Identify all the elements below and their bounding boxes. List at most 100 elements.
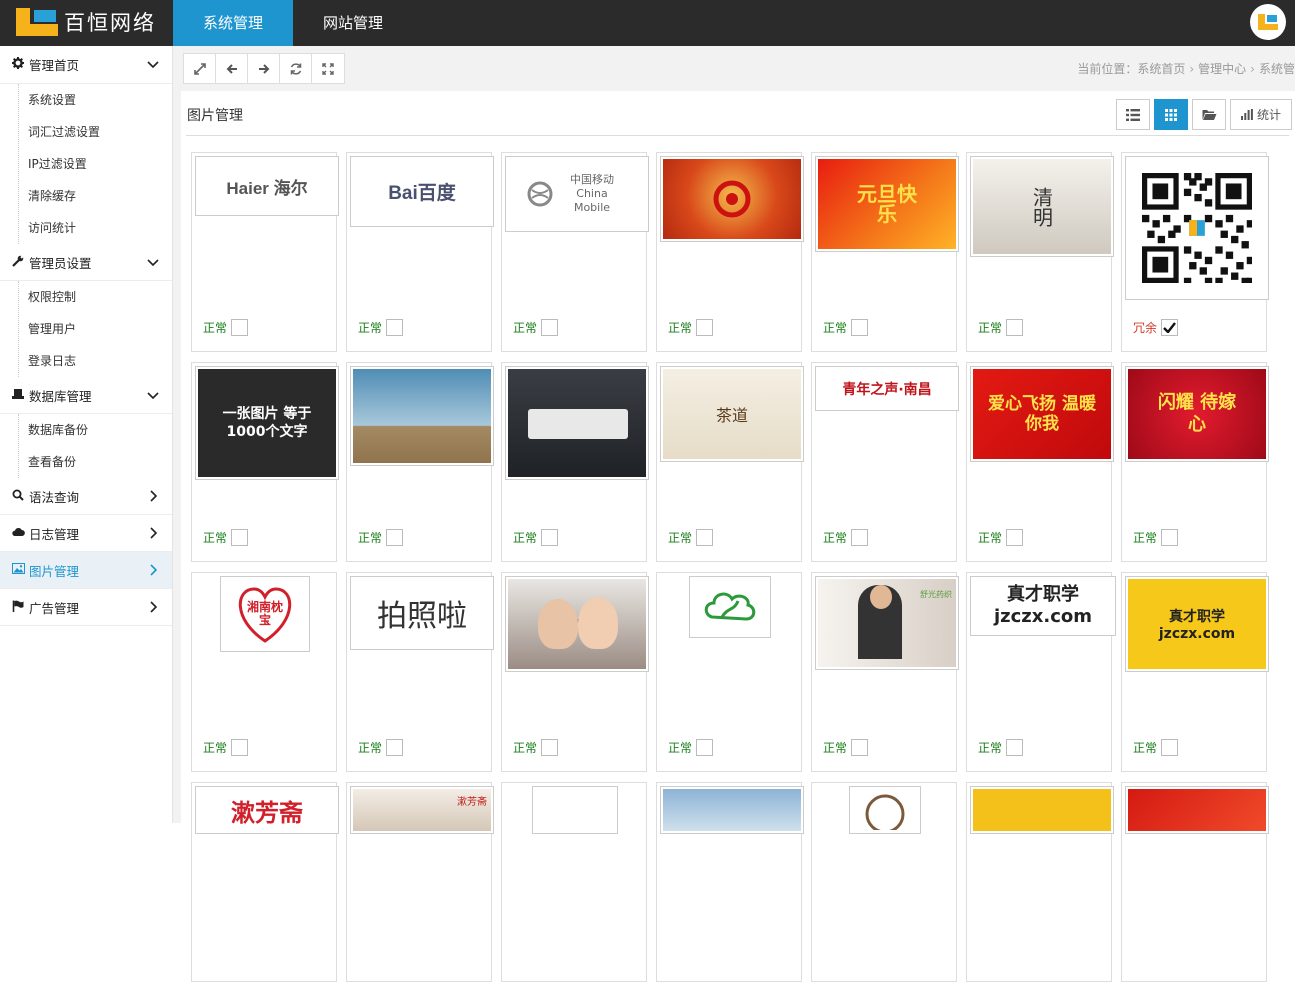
select-checkbox[interactable]	[541, 529, 558, 546]
expand-icon[interactable]	[184, 54, 216, 83]
image-card[interactable]	[1121, 782, 1269, 982]
image-card[interactable]: 湘南枕宝 正常	[191, 572, 337, 772]
image-thumbnail[interactable]	[350, 366, 494, 466]
image-card[interactable]: 爱心飞扬 温暖你我 正常	[966, 362, 1114, 562]
image-card[interactable]: 中国移动 China Mobile 正常	[501, 152, 649, 352]
sidebar-group[interactable]: 管理员设置	[0, 244, 172, 281]
image-card[interactable]: 真才职学 jzczx.com 正常	[966, 572, 1116, 772]
image-thumbnail[interactable]: 真才职学 jzczx.com	[970, 576, 1116, 636]
image-card[interactable]: 元旦快乐 正常	[811, 152, 959, 352]
select-checkbox[interactable]	[1161, 319, 1178, 336]
image-thumbnail[interactable]: 拍照啦	[350, 576, 494, 650]
image-thumbnail[interactable]: 青年之声·南昌	[815, 366, 959, 411]
avatar[interactable]	[1250, 4, 1286, 40]
sidebar-group[interactable]: 图片管理	[0, 552, 172, 589]
image-card[interactable]: Haier 海尔 正常	[191, 152, 339, 352]
select-checkbox[interactable]	[386, 739, 403, 756]
breadcrumb-item[interactable]: 系统首页	[1137, 62, 1185, 76]
image-thumbnail[interactable]: 湘南枕宝	[220, 576, 310, 652]
chevron-right-icon[interactable]	[146, 563, 160, 577]
image-card[interactable]: 舒光药织 正常	[811, 572, 959, 772]
image-thumbnail[interactable]	[970, 786, 1114, 834]
sidebar-item[interactable]: 管理用户	[0, 313, 172, 345]
sidebar-item[interactable]: 访问统计	[0, 212, 172, 244]
select-checkbox[interactable]	[851, 739, 868, 756]
image-card[interactable]: 真才职学 jzczx.com 正常	[1121, 572, 1269, 772]
image-thumbnail[interactable]	[689, 576, 771, 638]
image-card[interactable]	[501, 782, 647, 982]
sidebar-group[interactable]: 日志管理	[0, 515, 172, 552]
image-thumbnail[interactable]: 漱芳斋	[195, 786, 339, 834]
select-checkbox[interactable]	[386, 319, 403, 336]
image-thumbnail[interactable]	[660, 786, 804, 834]
image-card[interactable]: 清明 正常	[966, 152, 1114, 352]
list-view-button[interactable]	[1116, 99, 1150, 130]
image-card[interactable]: 正常	[656, 152, 804, 352]
top-nav-system[interactable]: 系统管理	[173, 0, 294, 46]
image-card[interactable]: 闪耀 待嫁心 正常	[1121, 362, 1269, 562]
select-checkbox[interactable]	[231, 319, 248, 336]
image-card[interactable]: 茶道 正常	[656, 362, 804, 562]
arrow-right-icon[interactable]	[248, 54, 280, 83]
select-checkbox[interactable]	[851, 319, 868, 336]
image-card[interactable]: 正常	[656, 572, 802, 772]
sidebar-item[interactable]: 权限控制	[0, 281, 172, 313]
select-checkbox[interactable]	[541, 319, 558, 336]
image-thumbnail[interactable]	[1125, 786, 1269, 834]
select-checkbox[interactable]	[1006, 319, 1023, 336]
select-checkbox[interactable]	[541, 739, 558, 756]
select-checkbox[interactable]	[1161, 739, 1178, 756]
sidebar-group[interactable]: 管理首页	[0, 46, 172, 84]
image-thumbnail[interactable]	[532, 786, 618, 834]
breadcrumb-item[interactable]: 系统管	[1259, 62, 1295, 76]
sidebar-group[interactable]: 语法查询	[0, 478, 172, 515]
image-card[interactable]	[811, 782, 957, 982]
select-checkbox[interactable]	[1006, 739, 1023, 756]
sidebar-item[interactable]: IP过滤设置	[0, 148, 172, 180]
image-card[interactable]: 正常	[501, 362, 649, 562]
chevron-right-icon[interactable]	[146, 526, 160, 540]
image-thumbnail[interactable]: 一张图片 等于1000个文字	[195, 366, 339, 480]
image-thumbnail[interactable]: 元旦快乐	[815, 156, 959, 252]
chevron-down-icon[interactable]	[146, 388, 160, 402]
image-card[interactable]: 拍照啦正常	[346, 572, 494, 772]
image-thumbnail[interactable]: 舒光药织	[815, 576, 959, 670]
image-card[interactable]: 一张图片 等于1000个文字 正常	[191, 362, 339, 562]
grid-view-button[interactable]	[1154, 99, 1188, 130]
chevron-right-icon[interactable]	[146, 600, 160, 614]
sidebar-item[interactable]: 系统设置	[0, 84, 172, 116]
arrow-left-icon[interactable]	[216, 54, 248, 83]
fullscreen-icon[interactable]	[312, 54, 344, 83]
breadcrumb-item[interactable]: 管理中心	[1198, 62, 1246, 76]
image-thumbnail[interactable]	[505, 366, 649, 480]
sidebar-item[interactable]: 词汇过滤设置	[0, 116, 172, 148]
refresh-icon[interactable]	[280, 54, 312, 83]
chevron-right-icon[interactable]	[146, 489, 160, 503]
image-card[interactable]: Bai百度 正常	[346, 152, 494, 352]
select-checkbox[interactable]	[386, 529, 403, 546]
image-card[interactable]	[656, 782, 804, 982]
select-checkbox[interactable]	[851, 529, 868, 546]
chevron-down-icon[interactable]	[146, 255, 160, 269]
image-card[interactable]: 拍照啦正常	[501, 572, 649, 772]
sidebar-group[interactable]: 数据库管理	[0, 377, 172, 414]
chevron-down-icon[interactable]	[146, 57, 160, 71]
stats-button[interactable]: 统计	[1230, 99, 1292, 130]
select-checkbox[interactable]	[696, 529, 713, 546]
image-card[interactable]	[966, 782, 1114, 982]
select-checkbox[interactable]	[231, 529, 248, 546]
image-thumbnail[interactable]	[1125, 156, 1269, 300]
sidebar-item[interactable]: 清除缓存	[0, 180, 172, 212]
image-card[interactable]: 漱芳斋	[346, 782, 494, 982]
logo[interactable]: 百恒网络	[16, 6, 156, 38]
image-card[interactable]: 青年之声·南昌 正常	[811, 362, 959, 562]
image-thumbnail[interactable]: 漱芳斋	[350, 786, 494, 834]
select-checkbox[interactable]	[1006, 529, 1023, 546]
image-thumbnail[interactable]: 清明	[970, 156, 1114, 257]
top-nav-website[interactable]: 网站管理	[293, 0, 413, 46]
select-checkbox[interactable]	[696, 319, 713, 336]
image-thumbnail[interactable]	[849, 786, 921, 834]
image-thumbnail[interactable]: Haier 海尔	[195, 156, 339, 216]
image-card[interactable]: 冗余	[1121, 152, 1269, 352]
image-thumbnail[interactable]: Bai百度	[350, 156, 494, 227]
